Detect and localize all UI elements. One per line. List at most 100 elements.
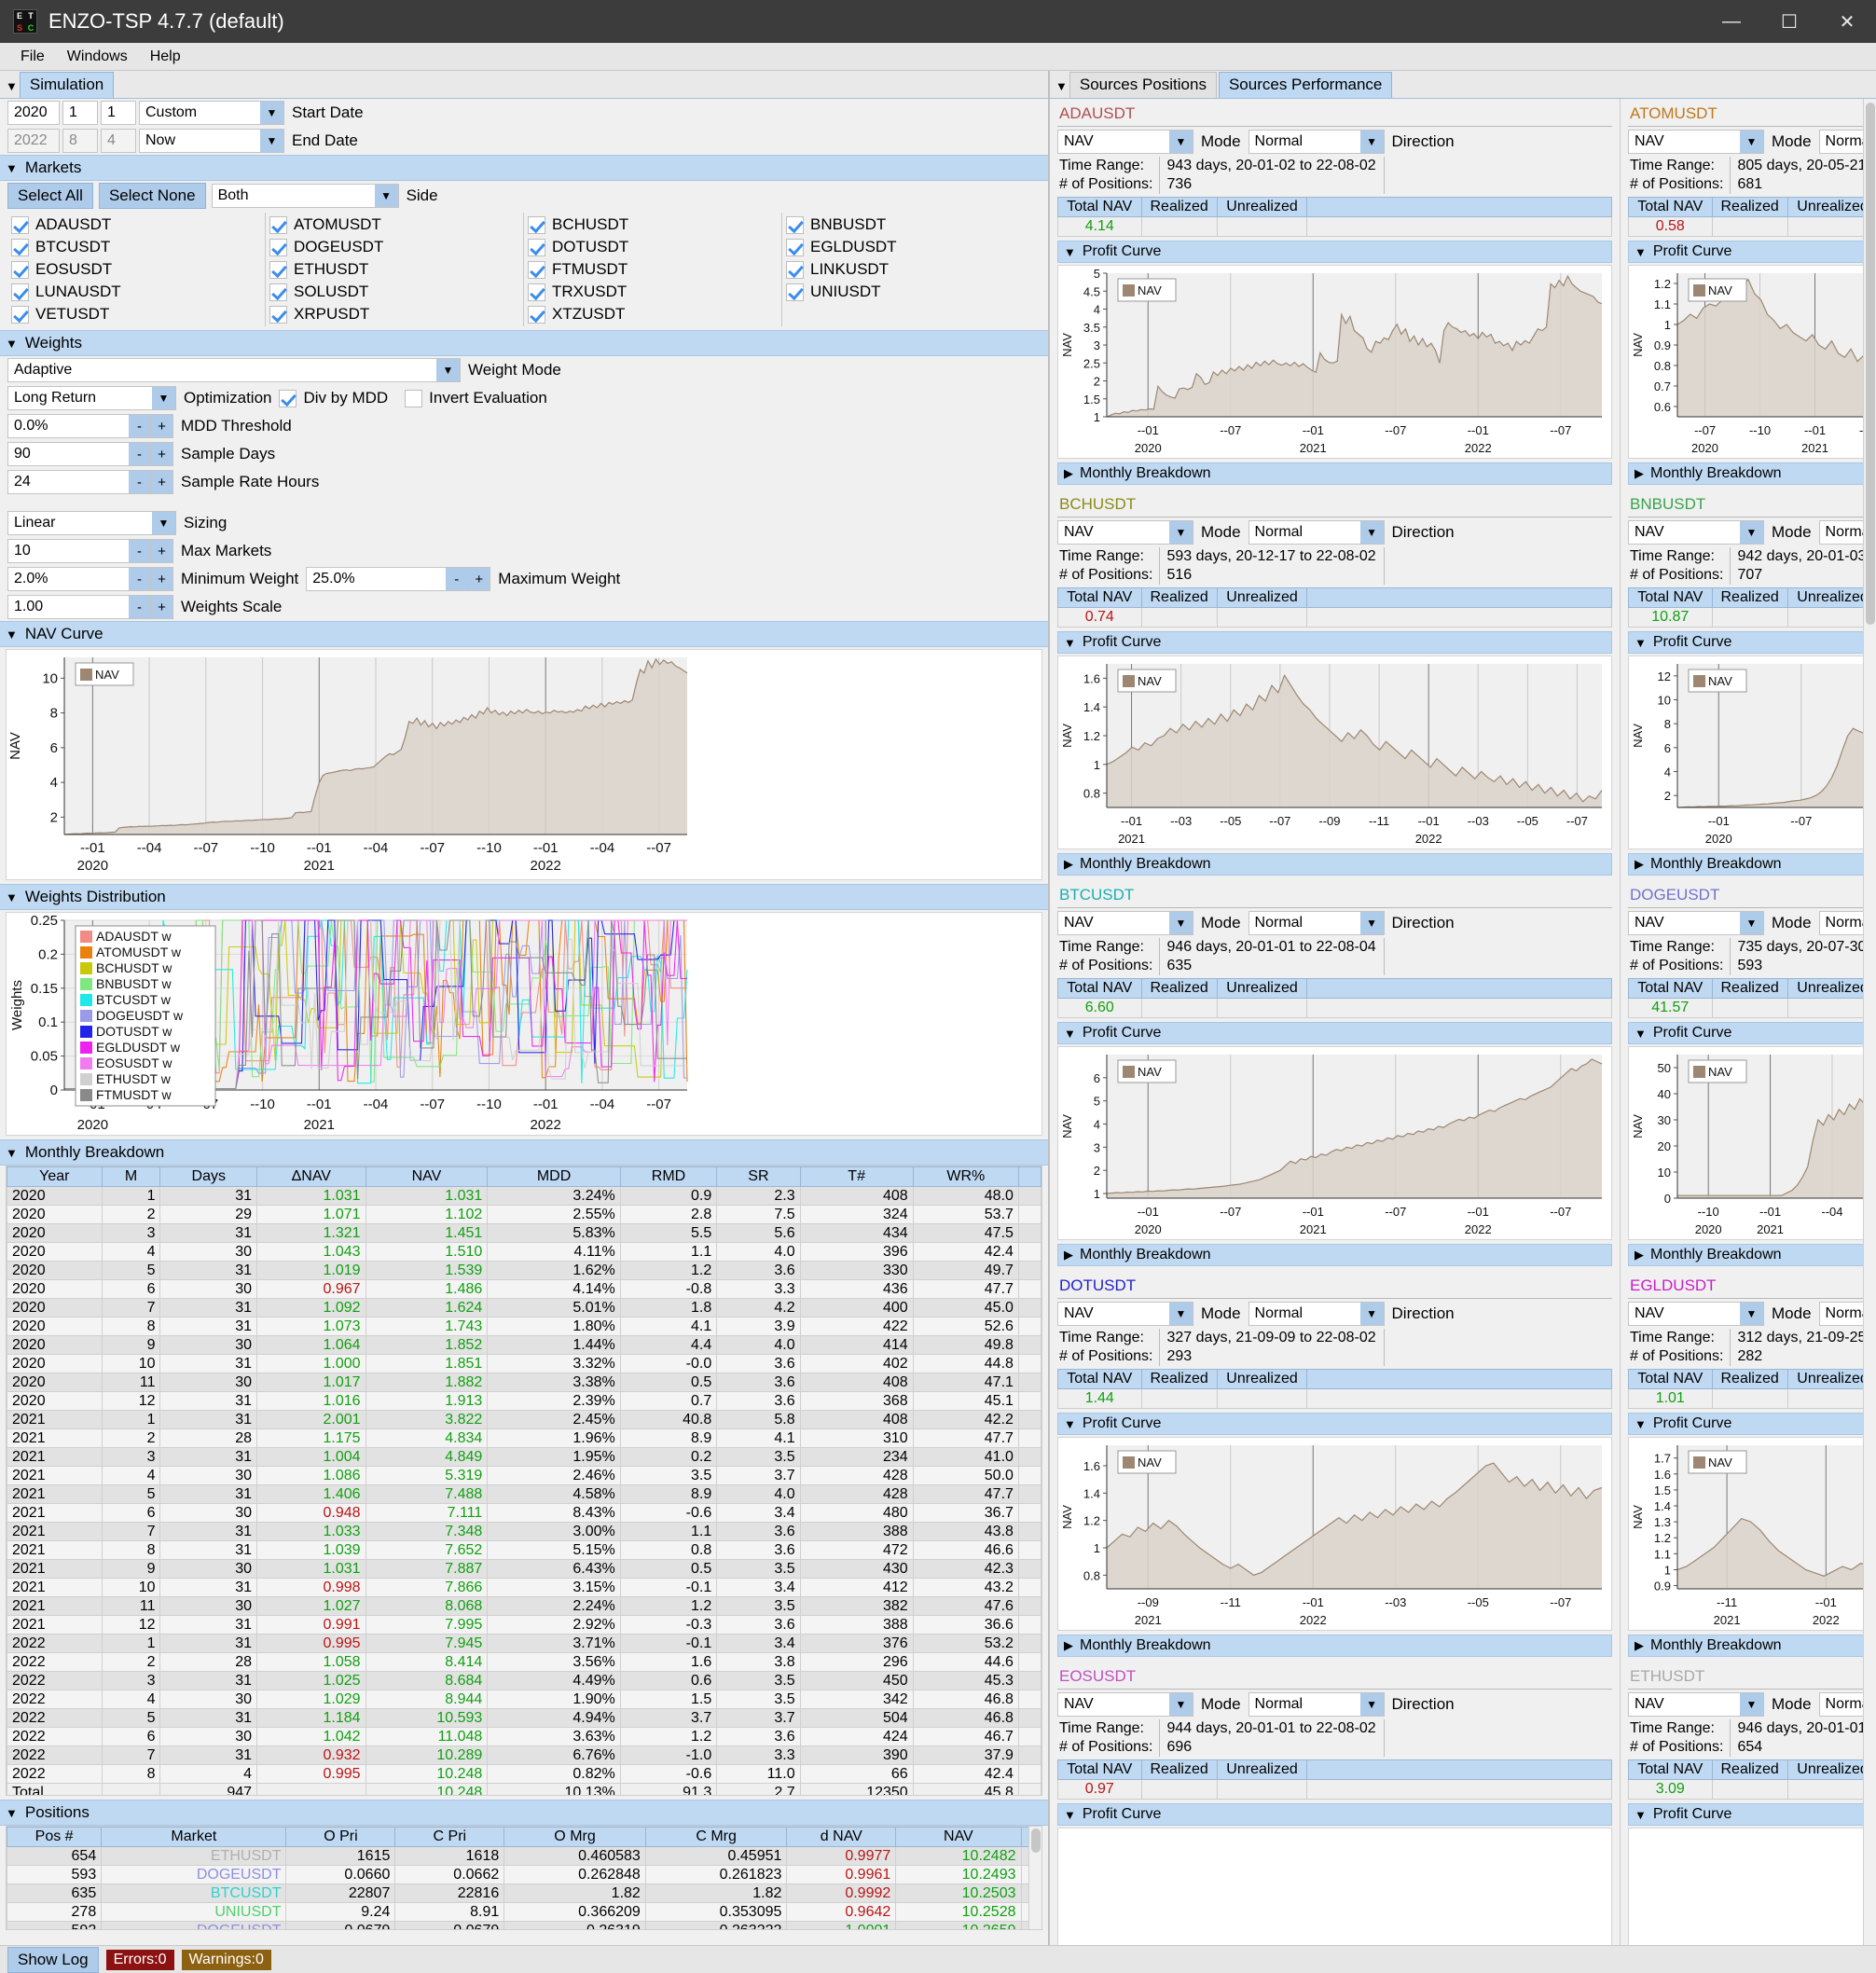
profit-curve-header[interactable]: ▼Profit Curve bbox=[1628, 241, 1876, 263]
market-checkbox-vetusdt[interactable]: VETUSDT bbox=[11, 303, 261, 325]
table-row[interactable]: 20218311.0397.6525.15%0.83.647246.6 bbox=[7, 1541, 1041, 1560]
select-none-button[interactable]: Select None bbox=[99, 183, 206, 209]
side-value[interactable]: Both bbox=[212, 184, 375, 208]
monthly-breakdown-header[interactable]: ▶Monthly Breakdown bbox=[1057, 1244, 1612, 1266]
start-month-field[interactable]: 1 bbox=[62, 101, 98, 125]
monthly-breakdown-header[interactable]: ▶Monthly Breakdown bbox=[1057, 462, 1612, 485]
profit-curve-header[interactable]: ▼Profit Curve bbox=[1057, 1413, 1612, 1435]
collapse-triangle-icon[interactable]: ▼ bbox=[1635, 1417, 1647, 1431]
checkbox-icon[interactable] bbox=[11, 283, 29, 301]
collapse-triangle-icon[interactable]: ▼ bbox=[1635, 1808, 1647, 1822]
market-checkbox-xtzusdt[interactable]: XTZUSDT bbox=[528, 303, 778, 325]
chevron-down-icon[interactable]: ▼ bbox=[1740, 520, 1764, 545]
close-button[interactable]: ✕ bbox=[1818, 0, 1876, 43]
decrement-button[interactable]: - bbox=[129, 414, 151, 438]
market-checkbox-solusdt[interactable]: SOLUSDT bbox=[269, 281, 519, 303]
table-row[interactable]: 20222281.0588.4143.56%1.63.829644.6 bbox=[7, 1653, 1041, 1672]
minimum-weight-field[interactable]: 2.0% bbox=[7, 567, 129, 591]
expand-triangle-icon[interactable]: ▶ bbox=[1635, 466, 1644, 481]
monthly-breakdown-header[interactable]: ▶Monthly Breakdown bbox=[1628, 462, 1876, 485]
table-row[interactable]: 202012311.0161.9132.39%0.73.636845.1 bbox=[7, 1392, 1041, 1411]
errors-badge[interactable]: Errors:0 bbox=[106, 1950, 174, 1970]
table-row[interactable]: 592DOGEUSDT0.06790.06790.263190.2632221.… bbox=[7, 1922, 1041, 1931]
menu-windows[interactable]: Windows bbox=[56, 47, 139, 67]
table-row[interactable]: 202112310.9917.9952.92%-0.33.638836.6 bbox=[7, 1616, 1041, 1635]
market-checkbox-atomusdt[interactable]: ATOMUSDT bbox=[269, 214, 519, 236]
collapse-triangle-icon[interactable]: ▼ bbox=[6, 337, 18, 351]
collapse-triangle-icon[interactable]: ▼ bbox=[6, 1146, 18, 1160]
collapse-triangle-icon[interactable]: ▼ bbox=[1064, 245, 1076, 259]
checkbox-icon[interactable] bbox=[528, 216, 545, 234]
decrement-button[interactable]: - bbox=[129, 442, 151, 466]
checkbox-icon[interactable] bbox=[528, 283, 545, 301]
expand-triangle-icon[interactable]: ▶ bbox=[1635, 1638, 1644, 1653]
sizing-value[interactable]: Linear bbox=[7, 511, 152, 535]
table-row[interactable]: 20211312.0013.8222.45%40.85.840842.2 bbox=[7, 1411, 1041, 1429]
table-row[interactable]: 20224301.0298.9441.90%1.53.534246.8 bbox=[7, 1690, 1041, 1709]
chevron-down-icon[interactable]: ▼ bbox=[1740, 911, 1764, 935]
market-checkbox-btcusdt[interactable]: BTCUSDT bbox=[11, 236, 261, 258]
table-row[interactable]: 20202291.0711.1022.55%2.87.532453.7 bbox=[7, 1206, 1041, 1224]
tab-sources-performance[interactable]: Sources Performance bbox=[1219, 72, 1392, 98]
section-monthly-breakdown[interactable]: ▼ Monthly Breakdown bbox=[0, 1139, 1048, 1166]
optimization-value[interactable]: Long Return bbox=[7, 386, 152, 410]
table-row[interactable]: 20223311.0258.6844.49%0.63.545045.3 bbox=[7, 1672, 1041, 1690]
section-positions[interactable]: ▼ Positions bbox=[0, 1800, 1048, 1826]
table-row[interactable]: 635BTCUSDT22807228161.821.820.999210.250… bbox=[7, 1884, 1041, 1903]
select-all-button[interactable]: Select All bbox=[7, 183, 93, 209]
table-row[interactable]: 20201311.0311.0313.24%0.92.340848.0 bbox=[7, 1187, 1041, 1206]
direction-value[interactable]: Normal bbox=[1248, 1692, 1360, 1717]
table-row[interactable]: 20214301.0865.3192.46%3.53.742850.0 bbox=[7, 1467, 1041, 1485]
table-row[interactable]: 20212281.1754.8341.96%8.94.131047.7 bbox=[7, 1429, 1041, 1448]
table-row[interactable]: 20215311.4067.4884.58%8.94.042847.7 bbox=[7, 1485, 1041, 1504]
decrement-button[interactable]: - bbox=[129, 539, 151, 563]
positions-scroll[interactable]: Pos #MarketO PriC PriO MrgC Mrgd NAVNAV6… bbox=[6, 1826, 1042, 1930]
chevron-down-icon[interactable]: ▼ bbox=[1169, 911, 1193, 935]
chevron-down-icon[interactable]: ▼ bbox=[1169, 1302, 1193, 1326]
table-row[interactable]: 20205311.0191.5391.62%1.23.633049.7 bbox=[7, 1262, 1041, 1280]
chevron-down-icon[interactable]: ▼ bbox=[1169, 520, 1193, 545]
mode-value[interactable]: NAV bbox=[1628, 911, 1740, 935]
profit-curve-header[interactable]: ▼Profit Curve bbox=[1057, 241, 1612, 263]
checkbox-icon[interactable] bbox=[528, 261, 545, 279]
chevron-down-icon[interactable]: ▼ bbox=[1360, 520, 1385, 545]
mode-value[interactable]: NAV bbox=[1628, 1692, 1740, 1717]
direction-value[interactable]: Normal bbox=[1248, 1302, 1360, 1326]
expand-triangle-icon[interactable]: ▶ bbox=[1064, 1638, 1073, 1653]
chevron-down-icon[interactable]: ▼ bbox=[260, 101, 284, 125]
checkbox-icon[interactable] bbox=[269, 306, 287, 324]
invert-evaluation-checkbox[interactable]: Invert Evaluation bbox=[405, 389, 547, 407]
start-year-field[interactable]: 2020 bbox=[7, 101, 60, 125]
table-row[interactable]: 202110310.9987.8663.15%-0.13.441243.2 bbox=[7, 1579, 1041, 1597]
expand-triangle-icon[interactable]: ▶ bbox=[1064, 1248, 1073, 1262]
end-year-field[interactable]: 2022 bbox=[7, 129, 60, 153]
monthly-breakdown-header[interactable]: ▶Monthly Breakdown bbox=[1628, 1244, 1876, 1266]
decrement-button[interactable]: - bbox=[129, 470, 151, 494]
checkbox-icon[interactable] bbox=[528, 306, 545, 324]
chevron-down-icon[interactable]: ▼ bbox=[1169, 1692, 1193, 1717]
collapse-triangle-icon[interactable]: ▼ bbox=[1635, 245, 1647, 259]
sample-days-field[interactable]: 90 bbox=[7, 442, 129, 466]
mode-value[interactable]: NAV bbox=[1057, 520, 1169, 545]
table-row[interactable]: 2022840.99510.2480.82%-0.611.06642.4 bbox=[7, 1765, 1041, 1784]
profit-curve-header[interactable]: ▼Profit Curve bbox=[1057, 1022, 1612, 1044]
section-markets[interactable]: ▼ Markets bbox=[0, 155, 1048, 181]
max-markets-field[interactable]: 10 bbox=[7, 539, 129, 563]
end-month-field[interactable]: 8 bbox=[62, 129, 98, 153]
chevron-down-icon[interactable]: ▼ bbox=[152, 511, 176, 535]
increment-button[interactable]: + bbox=[151, 470, 173, 494]
market-checkbox-bchusdt[interactable]: BCHUSDT bbox=[528, 214, 778, 236]
section-nav-curve[interactable]: ▼ NAV Curve bbox=[0, 621, 1048, 647]
mdd-threshold-field[interactable]: 0.0% bbox=[7, 414, 129, 438]
market-checkbox-egldusdt[interactable]: EGLDUSDT bbox=[786, 236, 1037, 258]
table-row[interactable]: 202011301.0171.8823.38%0.53.640847.1 bbox=[7, 1373, 1041, 1392]
positions-scrollbar[interactable] bbox=[1028, 1827, 1041, 1929]
chevron-down-icon[interactable]: ▼ bbox=[1169, 130, 1193, 154]
table-row[interactable]: 20209301.0641.8521.44%4.44.041449.8 bbox=[7, 1336, 1041, 1355]
decrement-button[interactable]: - bbox=[129, 595, 151, 619]
show-log-button[interactable]: Show Log bbox=[7, 1947, 99, 1973]
tab-sources-positions[interactable]: Sources Positions bbox=[1069, 72, 1217, 98]
market-checkbox-uniusdt[interactable]: UNIUSDT bbox=[786, 281, 1037, 303]
monthly-breakdown-header[interactable]: ▶Monthly Breakdown bbox=[1057, 853, 1612, 876]
collapse-triangle-icon[interactable]: ▼ bbox=[1064, 1808, 1076, 1822]
